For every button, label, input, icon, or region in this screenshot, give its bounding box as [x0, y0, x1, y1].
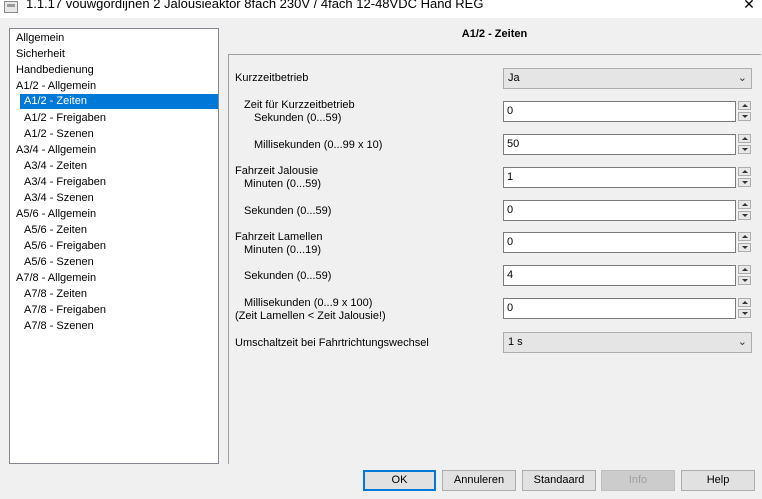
spin-down-icon[interactable]	[738, 145, 751, 154]
tree-item-a56-zeiten[interactable]: A5/6 - Zeiten	[22, 223, 91, 238]
tree-item-a34-allgemein[interactable]: A3/4 - Allgemein	[14, 143, 100, 158]
label-millisekunden-kurzzeit: Millisekunden (0...99 x 10)	[254, 139, 383, 151]
label-fahrzeit-jalousie: Fahrzeit Jalousie	[235, 165, 319, 177]
panel-title: A1/2 - Zeiten	[461, 28, 528, 40]
label-fahrzeit-jalousie-minuten: Minuten (0...59)	[244, 178, 322, 190]
spin-down-icon[interactable]	[738, 276, 751, 285]
spin-up-icon[interactable]	[738, 200, 751, 209]
fahrzeit-jalousie-minuten-input[interactable]: 1	[503, 167, 736, 188]
ok-button[interactable]: OK	[363, 470, 436, 491]
zeit-kurzzeit-input[interactable]: 0	[503, 101, 736, 122]
tree-item-a34-zeiten[interactable]: A3/4 - Zeiten	[22, 159, 91, 174]
label-millisekunden-lamellen: Millisekunden (0...9 x 100)	[244, 297, 373, 309]
tree-item-a12-zeiten[interactable]: A1/2 - Zeiten	[20, 94, 218, 109]
label-fahrzeit-lamellen-sekunden: Sekunden (0...59)	[244, 270, 332, 282]
tree-item-a34-szenen[interactable]: A3/4 - Szenen	[22, 191, 98, 206]
chevron-down-icon: ⌄	[737, 336, 747, 348]
tree-item-a78-allgemein[interactable]: A7/8 - Allgemein	[14, 271, 100, 286]
app-icon	[4, 1, 18, 13]
close-icon[interactable]: ✕	[738, 0, 760, 14]
info-button[interactable]: Info	[601, 470, 675, 491]
tree-item-a56-szenen[interactable]: A5/6 - Szenen	[22, 255, 98, 270]
fahrzeit-lamellen-sekunden-spinner[interactable]	[738, 265, 751, 285]
label-zeit-kurzzeit: Zeit für Kurzzeitbetrieb	[244, 99, 355, 111]
tree-item-a34-freigaben[interactable]: A3/4 - Freigaben	[22, 175, 110, 190]
umschaltzeit-value: 1 s	[508, 336, 523, 348]
spin-up-icon[interactable]	[738, 134, 751, 143]
spin-up-icon[interactable]	[738, 298, 751, 307]
millisekunden-lamellen-input[interactable]: 0	[503, 298, 736, 319]
tree-item-a78-freigaben[interactable]: A7/8 - Freigaben	[22, 303, 110, 318]
spin-up-icon[interactable]	[738, 101, 751, 110]
tree-item-handbedienung[interactable]: Handbedienung	[14, 63, 98, 78]
fahrzeit-lamellen-minuten-input[interactable]: 0	[503, 232, 736, 253]
spin-up-icon[interactable]	[738, 265, 751, 274]
spin-up-icon[interactable]	[738, 232, 751, 241]
navigation-tree[interactable]: Allgemein Sicherheit Handbedienung A1/2 …	[9, 28, 219, 464]
tree-item-a78-zeiten[interactable]: A7/8 - Zeiten	[22, 287, 91, 302]
zeit-kurzzeit-spinner[interactable]	[738, 101, 751, 121]
fahrzeit-jalousie-sekunden-input[interactable]: 0	[503, 200, 736, 221]
millisekunden-kurzzeit-input[interactable]: 50	[503, 134, 736, 155]
fahrzeit-lamellen-minuten-spinner[interactable]	[738, 232, 751, 252]
tree-item-sicherheit[interactable]: Sicherheit	[14, 47, 69, 62]
tree-item-a12-szenen[interactable]: A1/2 - Szenen	[22, 127, 98, 142]
spin-down-icon[interactable]	[738, 178, 751, 187]
label-fahrzeit-lamellen: Fahrzeit Lamellen	[235, 231, 323, 243]
umschaltzeit-select[interactable]: 1 s ⌄	[503, 332, 752, 353]
cancel-button[interactable]: Annuleren	[442, 470, 516, 491]
spin-down-icon[interactable]	[738, 243, 751, 252]
help-button[interactable]: Help	[681, 470, 755, 491]
fahrzeit-jalousie-sekunden-spinner[interactable]	[738, 200, 751, 220]
tree-item-a56-freigaben[interactable]: A5/6 - Freigaben	[22, 239, 110, 254]
tree-item-a12-freigaben[interactable]: A1/2 - Freigaben	[22, 111, 110, 126]
window-title: 1.1.17 vouwgordijnen 2 Jalousieaktor 8fa…	[26, 0, 484, 11]
chevron-down-icon: ⌄	[737, 72, 747, 84]
spin-down-icon[interactable]	[738, 211, 751, 220]
tree-item-a56-allgemein[interactable]: A5/6 - Allgemein	[14, 207, 100, 222]
label-fahrzeit-jalousie-sekunden: Sekunden (0...59)	[244, 205, 332, 217]
title-bar: 1.1.17 vouwgordijnen 2 Jalousieaktor 8fa…	[0, 0, 762, 18]
tree-item-a12-allgemein[interactable]: A1/2 - Allgemein	[14, 79, 100, 94]
kurzzeitbetrieb-value: Ja	[508, 72, 520, 84]
millisekunden-kurzzeit-spinner[interactable]	[738, 134, 751, 154]
tree-item-allgemein[interactable]: Allgemein	[14, 31, 68, 46]
label-kurzzeitbetrieb: Kurzzeitbetrieb	[235, 72, 309, 84]
label-millisekunden-lamellen-hint: (Zeit Lamellen < Zeit Jalousie!)	[235, 310, 386, 322]
label-umschaltzeit: Umschaltzeit bei Fahrtrichtungswechsel	[235, 337, 429, 349]
spin-down-icon[interactable]	[738, 309, 751, 318]
fahrzeit-lamellen-sekunden-input[interactable]: 4	[503, 265, 736, 286]
label-fahrzeit-lamellen-minuten: Minuten (0...19)	[244, 244, 322, 256]
tree-item-a78-szenen[interactable]: A7/8 - Szenen	[22, 319, 98, 334]
default-button[interactable]: Standaard	[522, 470, 596, 491]
label-zeit-kurzzeit-unit: Sekunden (0...59)	[254, 112, 342, 124]
fahrzeit-jalousie-minuten-spinner[interactable]	[738, 167, 751, 187]
spin-down-icon[interactable]	[738, 112, 751, 121]
spin-up-icon[interactable]	[738, 167, 751, 176]
kurzzeitbetrieb-select[interactable]: Ja ⌄	[503, 68, 752, 89]
millisekunden-lamellen-spinner[interactable]	[738, 298, 751, 318]
